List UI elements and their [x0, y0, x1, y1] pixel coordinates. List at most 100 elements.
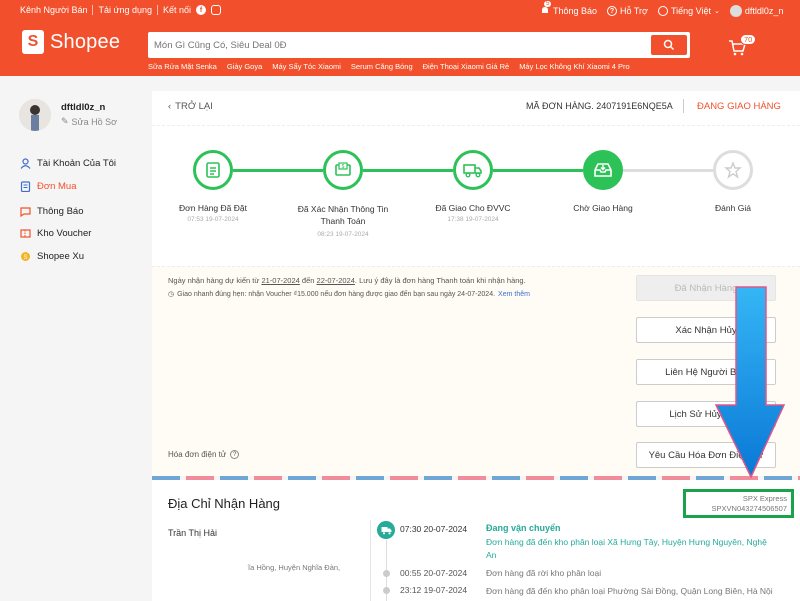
seller-channel-link[interactable]: Kênh Người Bán	[20, 5, 87, 15]
e-invoice-text: Hóa đơn điện tử	[168, 450, 227, 459]
date-to: 22-07-2024	[316, 276, 355, 285]
recipient-address: ĩa Hồng, Huyện Nghĩa Đàn,	[248, 563, 341, 572]
suggestion-link[interactable]: Giày Goya	[227, 62, 262, 71]
step-review-icon	[713, 150, 753, 190]
facebook-icon[interactable]: f	[196, 5, 207, 15]
timeline-dot	[383, 570, 390, 577]
timeline-divider	[370, 520, 371, 601]
step-time: 08:23 19-07-2024	[317, 231, 369, 238]
date-from: 21-07-2024	[261, 276, 300, 285]
step-time: 07:53 19-07-2024	[187, 216, 239, 223]
search-bar	[148, 32, 690, 58]
notification-count: 5	[544, 1, 552, 7]
order-header: ‹ TRỞ LẠI MÃ ĐƠN HÀNG. 2407191E6NQE5A ĐA…	[152, 91, 800, 126]
step-payment: Đã Xác Nhận Thông Tin Thanh Toán 08:23 1…	[293, 203, 393, 238]
event-desc: Đơn hàng đã đến kho phân loại Phường Sài…	[486, 586, 773, 596]
order-stepper	[152, 126, 800, 266]
language-selector[interactable]: Tiếng Việt ⌄	[657, 6, 720, 16]
bell-icon	[20, 207, 31, 217]
order-status: ĐANG GIAO HÀNG	[697, 101, 781, 112]
progress-line	[493, 169, 583, 172]
account-menu[interactable]: dftldl0z_n	[729, 5, 784, 17]
step-placed: Đơn Hàng Đã Đặt 07:53 19-07-2024	[163, 203, 263, 223]
fast-delivery-text: Giao nhanh đúng hẹn: nhận Voucher ₫15.00…	[177, 290, 496, 298]
sidebar-item-notifications[interactable]: Thông Báo	[20, 206, 83, 217]
svg-text:$: $	[342, 164, 345, 170]
cart-count-badge: 70	[740, 34, 757, 45]
divider	[157, 5, 159, 15]
help-link[interactable]: ? Hỗ Trợ	[607, 6, 648, 16]
step-label: Đã Giao Cho ĐVVC	[435, 203, 511, 213]
instagram-icon[interactable]	[211, 5, 222, 15]
step-label: Đơn Hàng Đã Đặt	[179, 203, 247, 213]
step-waiting: Chờ Giao Hàng	[553, 203, 653, 213]
sidebar-item-account[interactable]: Tài Khoản Của Tôi	[20, 158, 116, 169]
sidebar-username: dftldl0z_n	[61, 102, 106, 113]
back-button[interactable]: ‹ TRỞ LẠI	[168, 101, 213, 112]
sidebar-item-label: Thông Báo	[37, 206, 84, 217]
shopee-bag-icon: S	[22, 30, 44, 54]
notifications-link[interactable]: 5 Thông Báo	[540, 1, 598, 16]
truck-icon	[377, 521, 395, 539]
delivery-notice: Ngày nhận hàng dự kiến từ 21-07-2024 đến…	[168, 276, 526, 285]
help-label: Hỗ Trợ	[620, 6, 648, 16]
step-label: Đánh Giá	[715, 203, 751, 213]
divider	[683, 99, 684, 113]
search-button[interactable]	[651, 35, 687, 55]
sidebar-item-label: Shopee Xu	[37, 251, 85, 262]
step-shipped: Đã Giao Cho ĐVVC 17:38 19-07-2024	[423, 203, 523, 223]
svg-text:S: S	[23, 255, 27, 261]
help-icon[interactable]: ?	[230, 450, 240, 459]
progress-line	[623, 169, 713, 172]
tracking-number: SPXVN043274506507	[711, 504, 787, 513]
notifications-label: Thông Báo	[553, 6, 598, 16]
account-username: dftldl0z_n	[744, 6, 784, 16]
see-more-link[interactable]: Xem thêm	[498, 291, 530, 298]
suggestion-link[interactable]: Serum Căng Bóng	[351, 62, 413, 71]
logo-text: Shopee	[50, 30, 121, 53]
event-desc: Đơn hàng đã đến kho phân loại Xã Hưng Tâ…	[486, 537, 767, 560]
clock-icon: ◷	[168, 291, 175, 298]
suggestion-link[interactable]: Máy Lọc Không Khí Xiaomi 4 Pro	[519, 62, 629, 71]
shopee-logo[interactable]: S Shopee	[22, 30, 120, 54]
cart-button[interactable]: 70	[728, 34, 757, 61]
notice-text: Ngày nhận hàng dự kiến từ	[168, 276, 260, 285]
suggestion-link[interactable]: Sữa Rửa Mặt Senka	[148, 62, 217, 71]
edit-profile-label: Sửa Hồ Sơ	[71, 116, 117, 127]
step-review: Đánh Giá	[683, 203, 783, 213]
sidebar-item-shopee-xu[interactable]: S Shopee Xu	[20, 251, 84, 262]
coin-icon: S	[21, 252, 30, 261]
voucher-icon	[20, 229, 31, 238]
notice-text: . Lưu ý đây là đơn hàng Thanh toán khi n…	[354, 276, 526, 285]
connect-label: Kết nối	[163, 5, 192, 15]
suggestion-link[interactable]: Máy Sấy Tóc Xiaomi	[272, 62, 341, 71]
progress-line	[233, 169, 323, 172]
annotation-arrow-icon	[714, 286, 786, 479]
event-time: 00:55 20-07-2024	[400, 568, 468, 578]
recipient-name: Trần Thị Hải	[168, 528, 218, 538]
order-id: MÃ ĐƠN HÀNG. 2407191E6NQE5A	[526, 101, 673, 111]
sidebar-item-vouchers[interactable]: Kho Voucher	[20, 228, 91, 239]
suggestion-link[interactable]: Điện Thoại Xiaomi Giá Rẻ	[423, 62, 510, 71]
search-icon	[663, 39, 675, 51]
progress-line	[363, 169, 453, 172]
topnav-right: 5 Thông Báo ? Hỗ Trợ Tiếng Việt ⌄ dftldl…	[540, 1, 784, 17]
event-time: 07:30 20-07-2024	[400, 524, 468, 534]
e-invoice-label: Hóa đơn điện tử ?	[168, 450, 240, 459]
tracking-highlight: SPX Express SPXVN043274506507	[683, 489, 794, 518]
globe-icon	[657, 6, 668, 16]
avatar[interactable]	[19, 99, 51, 131]
bell-icon: 5	[540, 1, 552, 16]
address-title: Địa Chỉ Nhận Hàng	[168, 496, 281, 511]
shopee-header: Kênh Người Bán Tải ứng dụng Kết nối f 5 …	[0, 0, 800, 76]
sidebar-item-orders[interactable]: Đơn Mua	[20, 181, 77, 192]
sidebar-item-label: Đơn Mua	[37, 181, 77, 192]
download-app-link[interactable]: Tải ứng dụng	[98, 5, 152, 15]
clipboard-icon	[20, 181, 31, 192]
edit-profile-link[interactable]: ✎ Sửa Hồ Sơ	[61, 116, 117, 127]
search-input[interactable]	[154, 36, 644, 54]
sidebar-item-label: Tài Khoản Của Tôi	[37, 158, 117, 169]
user-icon	[20, 158, 31, 169]
step-payment-icon: $	[323, 150, 363, 190]
search-suggestions: Sữa Rửa Mặt Senka Giày Goya Máy Sấy Tóc …	[148, 62, 630, 71]
